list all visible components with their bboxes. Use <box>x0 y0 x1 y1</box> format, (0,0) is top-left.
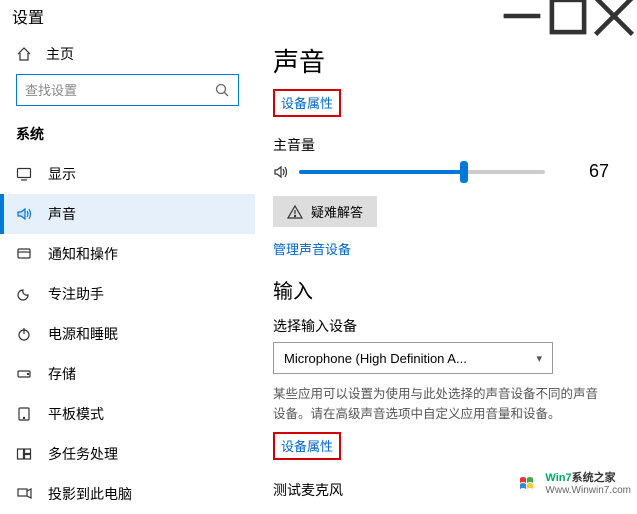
chevron-down-icon: ▾ <box>536 352 542 365</box>
sidebar-nav: 显示 声音 通知和操作 专注助手 电源和睡眠 存储 <box>0 154 255 514</box>
search-icon <box>214 82 230 98</box>
close-button[interactable] <box>591 0 637 32</box>
input-device-selected: Microphone (High Definition A... <box>284 351 467 366</box>
focus-icon <box>16 286 32 302</box>
tablet-icon <box>16 406 32 422</box>
sidebar-item-notifications[interactable]: 通知和操作 <box>0 234 255 274</box>
device-properties-link-2-highlight: 设备属性 <box>273 432 341 460</box>
device-properties-link-2[interactable]: 设备属性 <box>281 439 333 454</box>
search-input[interactable] <box>16 74 239 106</box>
volume-slider[interactable] <box>299 170 545 174</box>
watermark-brand-suffix: 系统之家 <box>572 472 616 484</box>
input-help-text: 某些应用可以设置为使用与此处选择的声音设备不同的声音设备。请在高级声音选项中自定… <box>273 384 609 424</box>
choose-input-label: 选择输入设备 <box>273 316 609 336</box>
sidebar-section-title: 系统 <box>0 114 255 154</box>
sidebar-item-label: 专注助手 <box>48 284 104 304</box>
sidebar-item-focus[interactable]: 专注助手 <box>0 274 255 314</box>
home-icon <box>16 46 32 62</box>
notifications-icon <box>16 246 32 262</box>
sidebar-home-label: 主页 <box>46 44 74 64</box>
storage-icon <box>16 366 32 382</box>
window-controls <box>499 0 637 32</box>
content: 声音 设备属性 主音量 67 疑难解答 管理声音设备 输入 选择输入设备 Mic… <box>255 32 637 500</box>
titlebar: 设置 <box>0 0 637 32</box>
watermark-url: Www.Winwin7.com <box>545 485 631 496</box>
multitask-icon <box>16 446 32 462</box>
maximize-button[interactable] <box>545 0 591 32</box>
search-field[interactable] <box>25 83 214 98</box>
sidebar-item-label: 声音 <box>48 204 76 224</box>
input-heading: 输入 <box>273 275 609 304</box>
sidebar-item-display[interactable]: 显示 <box>0 154 255 194</box>
minimize-button[interactable] <box>499 0 545 32</box>
sidebar-item-multitask[interactable]: 多任务处理 <box>0 434 255 474</box>
window-title: 设置 <box>12 4 44 28</box>
sidebar-item-label: 显示 <box>48 164 76 184</box>
sidebar-item-label: 投影到此电脑 <box>48 484 132 504</box>
manage-sound-devices-link[interactable]: 管理声音设备 <box>273 242 351 257</box>
volume-value: 67 <box>579 161 609 182</box>
troubleshoot-label: 疑难解答 <box>311 202 363 221</box>
sidebar-item-label: 平板模式 <box>48 404 104 424</box>
sidebar-item-storage[interactable]: 存储 <box>0 354 255 394</box>
watermark-brand: Win7 <box>545 472 571 484</box>
sidebar-item-sound[interactable]: 声音 <box>0 194 255 234</box>
sidebar: 主页 系统 显示 声音 通知和操作 专注助手 <box>0 32 255 500</box>
sidebar-home[interactable]: 主页 <box>0 40 255 74</box>
sidebar-item-project[interactable]: 投影到此电脑 <box>0 474 255 514</box>
watermark: Win7系统之家 Www.Winwin7.com <box>519 469 631 496</box>
device-properties-link-1-highlight: 设备属性 <box>273 89 341 117</box>
sidebar-item-label: 多任务处理 <box>48 444 118 464</box>
volume-row: 67 <box>273 161 609 182</box>
page-title: 声音 <box>273 42 609 79</box>
sidebar-item-power[interactable]: 电源和睡眠 <box>0 314 255 354</box>
sidebar-item-label: 电源和睡眠 <box>48 324 118 344</box>
power-icon <box>16 326 32 342</box>
troubleshoot-button[interactable]: 疑难解答 <box>273 196 377 227</box>
warning-icon <box>287 204 303 220</box>
volume-slider-thumb[interactable] <box>460 161 468 183</box>
sidebar-item-label: 通知和操作 <box>48 244 118 264</box>
sidebar-item-label: 存储 <box>48 364 76 384</box>
display-icon <box>16 166 32 182</box>
volume-slider-fill <box>299 170 464 174</box>
master-volume-label: 主音量 <box>273 135 609 155</box>
sidebar-item-tablet[interactable]: 平板模式 <box>0 394 255 434</box>
input-device-dropdown[interactable]: Microphone (High Definition A... ▾ <box>273 342 553 374</box>
win-flag-icon <box>519 474 541 492</box>
device-properties-link-1[interactable]: 设备属性 <box>281 96 333 111</box>
speaker-icon[interactable] <box>273 164 289 180</box>
sound-icon <box>16 206 32 222</box>
